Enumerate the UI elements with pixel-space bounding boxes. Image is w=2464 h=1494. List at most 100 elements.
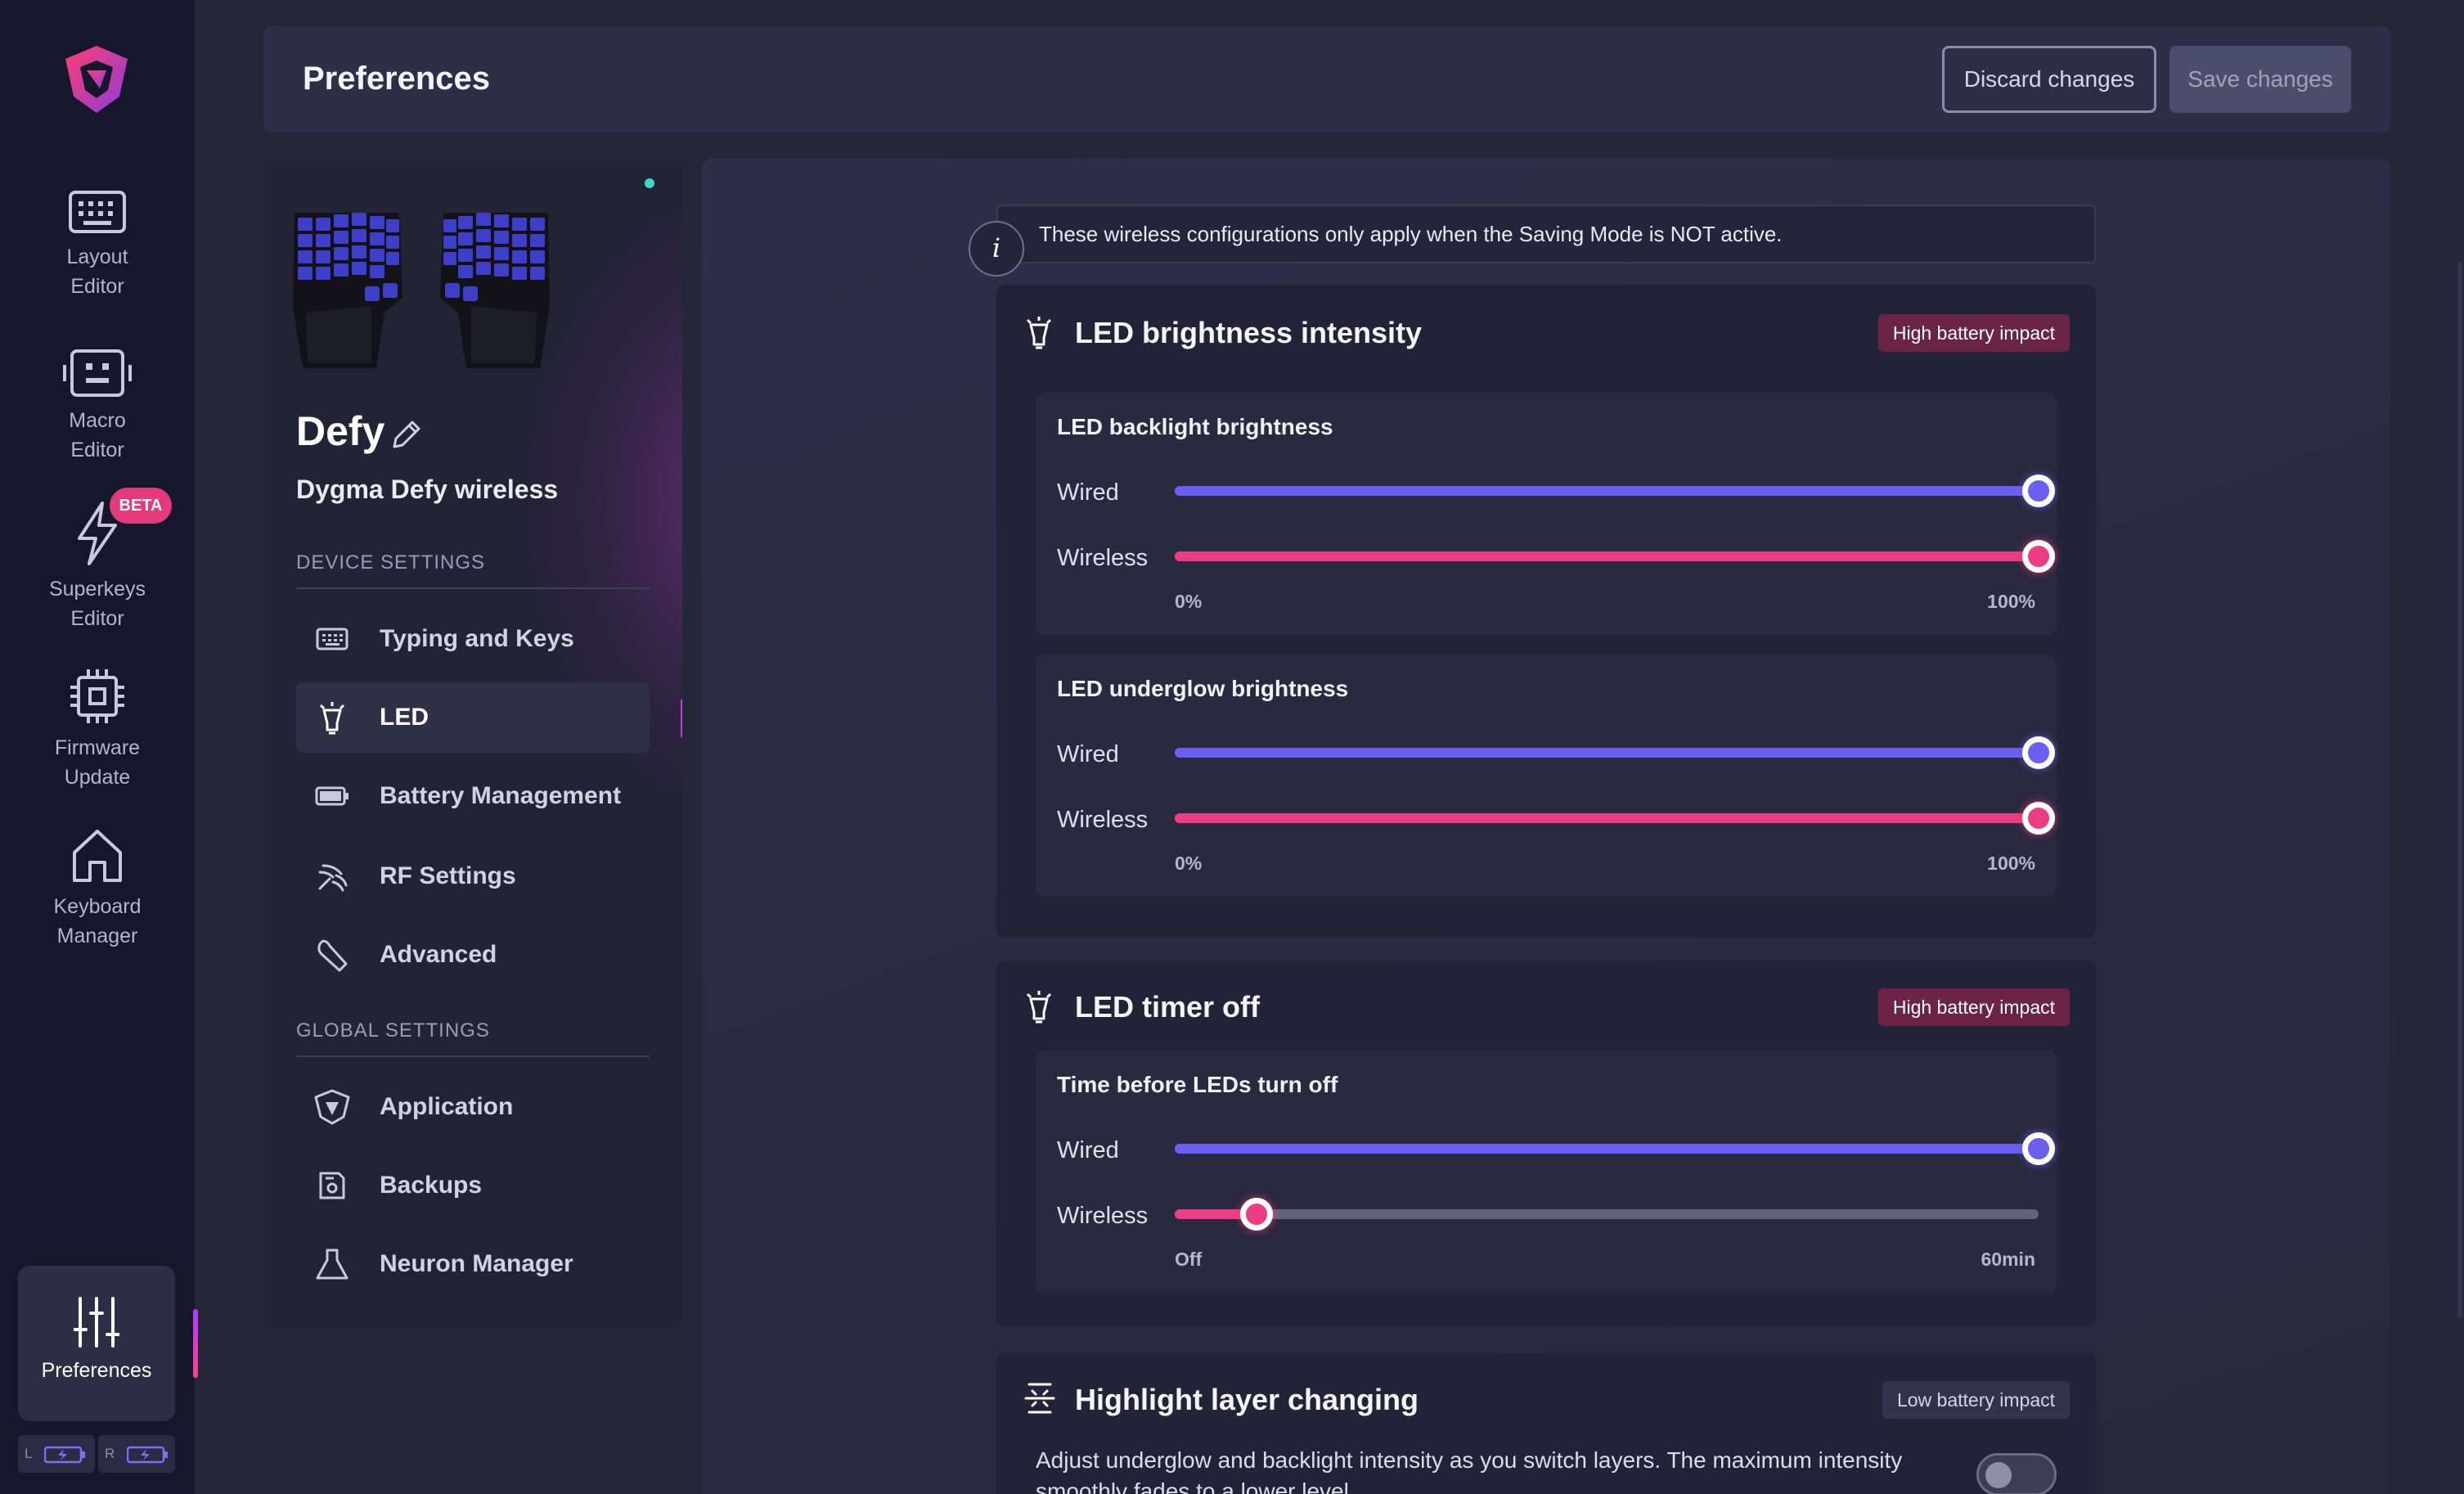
device-name: Defy <box>296 408 385 454</box>
battery-status-left: L <box>18 1435 95 1473</box>
battery-status-right: R <box>98 1435 175 1473</box>
rail-layout-editor[interactable]: Layout Editor <box>0 190 195 301</box>
wired-label: Wired <box>1057 1137 1119 1163</box>
card-title: LED timer off <box>1075 990 1261 1024</box>
rail-macro-editor[interactable]: Macro Editor <box>0 349 195 465</box>
battery-impact-badge: High battery impact <box>1877 988 2070 1026</box>
menu-item-typing-and-keys[interactable]: Typing and Keys <box>296 604 650 674</box>
battery-side-label: L <box>25 1446 32 1461</box>
device-settings-heading: DEVICE SETTINGS <box>296 551 486 574</box>
card-led-brightness: LED brightness intensity High battery im… <box>996 285 2096 938</box>
wireless-label: Wireless <box>1057 545 1149 571</box>
slider-thumb[interactable] <box>2022 475 2055 507</box>
slider-fill <box>1175 813 2039 823</box>
menu-item-label: Backups <box>380 1172 483 1199</box>
wireless-label: Wireless <box>1057 1203 1149 1229</box>
scale-max-label: 100% <box>1987 591 2035 612</box>
rail-label: Editor <box>70 275 124 298</box>
slider-thumb[interactable] <box>2022 1132 2055 1165</box>
battery-impact-badge: High battery impact <box>1877 314 2070 352</box>
slider-thumb[interactable] <box>1240 1198 1274 1231</box>
bulb-icon <box>1026 317 1052 349</box>
info-icon: i <box>969 221 1024 277</box>
global-settings-heading: GLOBAL SETTINGS <box>296 1019 490 1042</box>
neuron-icon <box>314 1246 350 1282</box>
save-changes-button[interactable]: Save changes <box>2169 46 2351 113</box>
connection-status-dot <box>645 178 654 188</box>
rail-label: Editor <box>70 439 124 461</box>
slider-thumb[interactable] <box>2022 802 2055 835</box>
card-description: Adjust underglow and backlight intensity… <box>1036 1447 1903 1494</box>
content-scrollbar[interactable] <box>2457 262 2462 1317</box>
group-title: LED underglow brightness <box>1057 676 1349 701</box>
highlight-layer-toggle[interactable] <box>1976 1453 2057 1494</box>
battery-charging-icon <box>43 1446 85 1463</box>
underglow-wireless-slider[interactable] <box>1175 802 2055 835</box>
discard-changes-button[interactable]: Discard changes <box>1942 46 2156 113</box>
rail-firmware-update[interactable]: Firmware Update <box>0 668 195 792</box>
backlight-wireless-slider[interactable] <box>1175 540 2055 573</box>
group-title: Time before LEDs turn off <box>1057 1072 1338 1097</box>
menu-item-backups[interactable]: Backups <box>296 1150 650 1221</box>
menu-item-rf-settings[interactable]: RF Settings <box>296 841 650 911</box>
rail-label: Layout <box>66 245 128 268</box>
toggle-knob <box>1985 1462 2012 1488</box>
group-title: LED backlight brightness <box>1057 414 1333 439</box>
slider-fill <box>1175 1144 2039 1154</box>
active-item-indicator <box>681 699 682 738</box>
underglow-wired-slider[interactable] <box>1175 736 2055 769</box>
beta-badge: BETA <box>110 488 172 524</box>
rail-label: Update <box>64 766 131 789</box>
rail-superkeys-editor[interactable]: Superkeys Editor <box>0 501 195 633</box>
menu-item-advanced[interactable]: Advanced <box>296 920 650 990</box>
wired-label: Wired <box>1057 479 1119 506</box>
timer-group: Time before LEDs turn off Wired Wireless… <box>1036 1051 2057 1293</box>
macro-icon <box>63 349 132 397</box>
wired-label: Wired <box>1057 741 1119 767</box>
rail-label: Superkeys <box>48 578 146 601</box>
menu-item-label: LED <box>380 704 429 731</box>
shield-logo-icon <box>314 1089 350 1125</box>
menu-item-battery-management[interactable]: Battery Management <box>296 761 650 831</box>
rail-keyboard-manager[interactable]: Keyboard Manager <box>0 828 195 951</box>
menu-item-application[interactable]: Application <box>296 1072 650 1142</box>
highlight-layers-icon <box>1024 1383 1055 1414</box>
scale-min-label: Off <box>1175 1249 1203 1270</box>
rail-label: Editor <box>70 607 124 630</box>
scale-max-label: 100% <box>1987 853 2035 874</box>
page-header: Preferences Discard changes Save changes <box>263 26 2390 133</box>
divider <box>296 1055 650 1057</box>
device-panel: Defy Dygma Defy wireless DEVICE SETTINGS… <box>263 159 682 1329</box>
keyboard-right-half-image <box>440 213 550 368</box>
timer-wireless-slider[interactable] <box>1175 1198 2039 1231</box>
menu-item-label: Advanced <box>380 941 497 968</box>
backlight-brightness-group: LED backlight brightness Wired Wireless … <box>1036 393 2057 635</box>
menu-item-label: Neuron Manager <box>380 1250 573 1277</box>
rail-label: Manager <box>56 925 138 947</box>
scale-max-label: 60min <box>1981 1249 2035 1270</box>
sliders-icon <box>74 1297 119 1348</box>
backlight-wired-slider[interactable] <box>1175 475 2055 507</box>
home-icon <box>73 830 122 882</box>
slider-fill <box>1175 486 2039 496</box>
dygma-logo-icon <box>65 46 128 113</box>
bulb-icon <box>1026 991 1052 1024</box>
pencil-edit-icon[interactable] <box>389 417 424 452</box>
scale-min-label: 0% <box>1175 853 1203 874</box>
menu-item-led[interactable]: LED <box>296 682 650 753</box>
rail-label: Firmware <box>54 736 141 759</box>
menu-item-neuron-manager[interactable]: Neuron Manager <box>296 1229 650 1299</box>
slider-thumb[interactable] <box>2022 736 2055 769</box>
slider-thumb[interactable] <box>2022 540 2055 573</box>
menu-item-label: Battery Management <box>380 782 622 809</box>
keyboard-icon <box>69 191 126 233</box>
keyboard-left-half-image <box>293 213 402 368</box>
rail-preferences[interactable]: Preferences <box>18 1266 175 1421</box>
timer-wired-slider[interactable] <box>1175 1132 2055 1165</box>
save-icon <box>314 1168 350 1204</box>
battery-impact-badge: Low battery impact <box>1882 1381 2070 1419</box>
slider-fill <box>1175 748 2039 758</box>
keyboard-icon <box>314 621 350 657</box>
battery-side-label: R <box>105 1446 115 1461</box>
card-title: LED brightness intensity <box>1075 316 1423 349</box>
